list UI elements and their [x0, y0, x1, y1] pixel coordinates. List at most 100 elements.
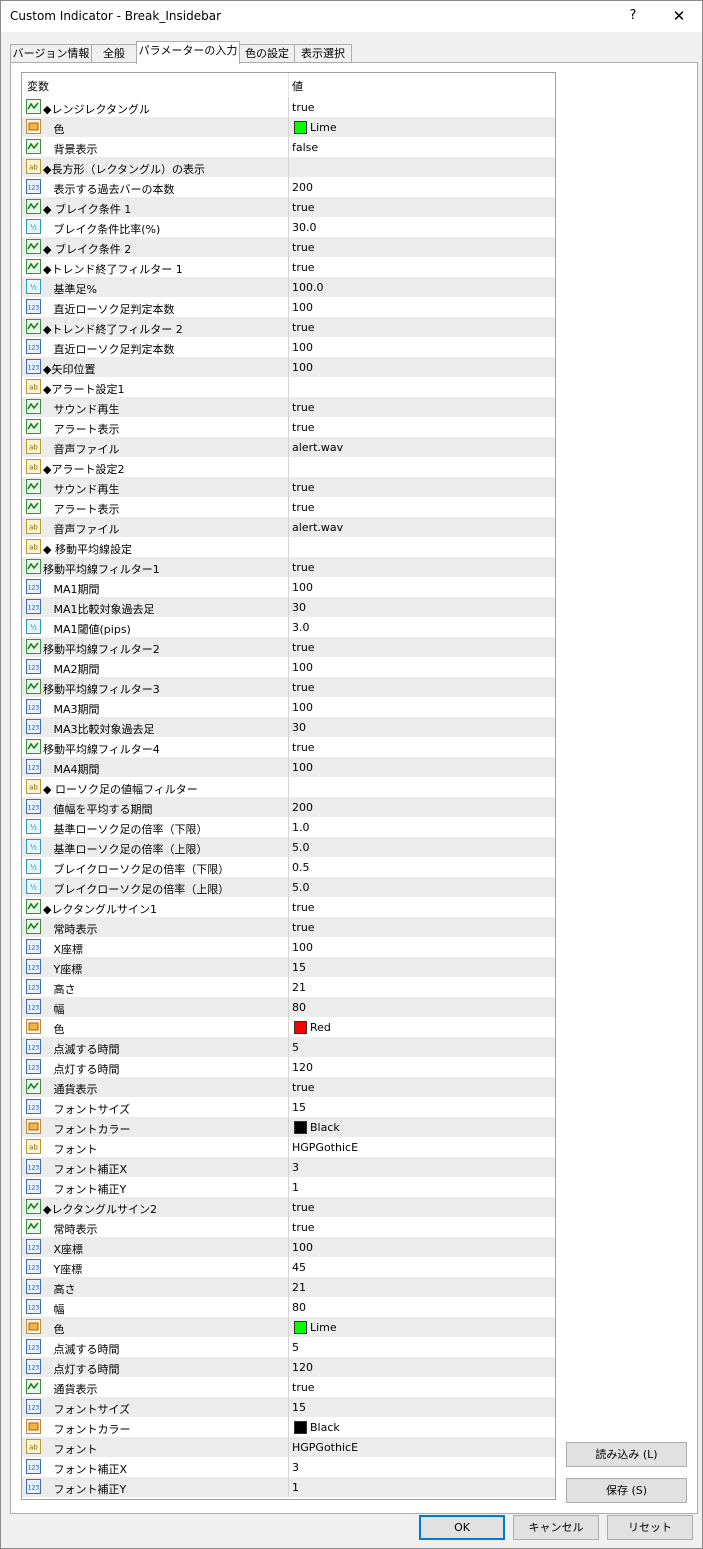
table-row[interactable]: サウンド再生 true: [22, 477, 555, 497]
table-row[interactable]: 色 Lime: [22, 117, 555, 137]
variable-value[interactable]: HGPGothicE: [292, 1441, 358, 1454]
variable-value[interactable]: 100: [292, 701, 313, 714]
variable-value[interactable]: alert.wav: [292, 521, 343, 534]
table-row[interactable]: ◆レクタングルサイン1 true: [22, 897, 555, 917]
table-row[interactable]: 背景表示 false: [22, 137, 555, 157]
variable-value[interactable]: 1: [292, 1481, 299, 1494]
variable-value[interactable]: 30.0: [292, 221, 317, 234]
variable-value[interactable]: 80: [292, 1001, 306, 1014]
variable-value[interactable]: Lime: [310, 121, 337, 134]
tab-parameters[interactable]: パラメーターの入力: [136, 41, 240, 64]
variable-value[interactable]: false: [292, 141, 318, 154]
table-row[interactable]: ab ◆ ローソク足の値幅フィルター: [22, 777, 555, 797]
variable-value[interactable]: 100: [292, 661, 313, 674]
variable-value[interactable]: 200: [292, 801, 313, 814]
variable-value[interactable]: Lime: [310, 1321, 337, 1334]
table-row[interactable]: ab フォント HGPGothicE: [22, 1437, 555, 1457]
table-row[interactable]: 123 高さ 21: [22, 977, 555, 997]
variable-value[interactable]: 15: [292, 1401, 306, 1414]
variable-value[interactable]: 15: [292, 1101, 306, 1114]
table-row[interactable]: ◆レクタングルサイン2 true: [22, 1197, 555, 1217]
table-row[interactable]: ◆レンジレクタングル true: [22, 97, 555, 117]
variable-value[interactable]: 100: [292, 761, 313, 774]
variable-value[interactable]: true: [292, 641, 315, 654]
table-row[interactable]: フォントカラー Black: [22, 1417, 555, 1437]
tab-version-info[interactable]: バージョン情報: [10, 44, 92, 63]
table-row[interactable]: ½ 基準足% 100.0: [22, 277, 555, 297]
table-row[interactable]: ◆トレンド終了フィルター 1 true: [22, 257, 555, 277]
table-row[interactable]: 123 フォント補正Y 1: [22, 1177, 555, 1197]
variable-value[interactable]: 80: [292, 1301, 306, 1314]
table-row[interactable]: 123 直近ローソク足判定本数 100: [22, 297, 555, 317]
cancel-button[interactable]: キャンセル: [513, 1515, 599, 1540]
table-row[interactable]: 移動平均線フィルター4 true: [22, 737, 555, 757]
ok-button[interactable]: OK: [419, 1515, 505, 1540]
table-row[interactable]: ab ◆長方形（レクタングル）の表示: [22, 157, 555, 177]
variable-value[interactable]: true: [292, 241, 315, 254]
table-row[interactable]: 移動平均線フィルター1 true: [22, 557, 555, 577]
variable-value[interactable]: true: [292, 741, 315, 754]
table-row[interactable]: 123 ◆矢印位置 100: [22, 357, 555, 377]
table-row[interactable]: ½ ブレイクローソク足の倍率（上限） 5.0: [22, 877, 555, 897]
table-row[interactable]: ab 音声ファイル alert.wav: [22, 437, 555, 457]
table-row[interactable]: ½ 基準ローソク足の倍率（下限） 1.0: [22, 817, 555, 837]
variable-value[interactable]: HGPGothicE: [292, 1141, 358, 1154]
table-row[interactable]: 123 フォントサイズ 15: [22, 1097, 555, 1117]
table-row[interactable]: ab 音声ファイル alert.wav: [22, 517, 555, 537]
table-row[interactable]: 123 点灯する時間 120: [22, 1357, 555, 1377]
table-row[interactable]: 123 フォントサイズ 15: [22, 1397, 555, 1417]
variable-value[interactable]: 15: [292, 961, 306, 974]
table-row[interactable]: 常時表示 true: [22, 917, 555, 937]
table-row[interactable]: 123 MA1期間 100: [22, 577, 555, 597]
variable-value[interactable]: 3: [292, 1161, 299, 1174]
table-row[interactable]: 123 値幅を平均する期間 200: [22, 797, 555, 817]
variable-value[interactable]: 21: [292, 1281, 306, 1294]
table-row[interactable]: 123 幅 80: [22, 1297, 555, 1317]
variable-value[interactable]: 100: [292, 301, 313, 314]
table-row[interactable]: 123 MA2期間 100: [22, 657, 555, 677]
variable-value[interactable]: true: [292, 401, 315, 414]
variable-value[interactable]: true: [292, 321, 315, 334]
variable-value[interactable]: 100: [292, 1241, 313, 1254]
variable-value[interactable]: 100: [292, 341, 313, 354]
table-row[interactable]: 123 点灯する時間 120: [22, 1057, 555, 1077]
variable-value[interactable]: 100.0: [292, 281, 324, 294]
header-value[interactable]: 値: [292, 78, 303, 94]
table-row[interactable]: 123 表示する過去バーの本数 200: [22, 177, 555, 197]
save-button[interactable]: 保存 (S): [566, 1478, 687, 1503]
variable-value[interactable]: true: [292, 421, 315, 434]
table-row[interactable]: 色 Lime: [22, 1317, 555, 1337]
variable-value[interactable]: 1: [292, 1181, 299, 1194]
variable-value[interactable]: true: [292, 681, 315, 694]
table-row[interactable]: 123 幅 80: [22, 997, 555, 1017]
help-button[interactable]: ?: [623, 6, 643, 26]
table-row[interactable]: ab ◆アラート設定2: [22, 457, 555, 477]
table-row[interactable]: 123 フォント補正Y 1: [22, 1477, 555, 1497]
table-row[interactable]: 常時表示 true: [22, 1217, 555, 1237]
variable-value[interactable]: true: [292, 1081, 315, 1094]
variable-value[interactable]: true: [292, 561, 315, 574]
variable-value[interactable]: 5: [292, 1041, 299, 1054]
table-row[interactable]: 移動平均線フィルター3 true: [22, 677, 555, 697]
table-row[interactable]: 123 Y座標 45: [22, 1257, 555, 1277]
tab-visualization[interactable]: 表示選択: [294, 44, 352, 63]
variable-value[interactable]: 100: [292, 581, 313, 594]
variable-value[interactable]: 120: [292, 1361, 313, 1374]
table-row[interactable]: ◆ ブレイク条件 2 true: [22, 237, 555, 257]
variable-value[interactable]: Red: [310, 1021, 331, 1034]
variable-value[interactable]: 0.5: [292, 861, 310, 874]
variable-value[interactable]: 200: [292, 181, 313, 194]
variable-value[interactable]: true: [292, 101, 315, 114]
table-row[interactable]: 123 MA4期間 100: [22, 757, 555, 777]
variable-value[interactable]: 1.0: [292, 821, 310, 834]
variable-value[interactable]: 30: [292, 721, 306, 734]
table-row[interactable]: フォントカラー Black: [22, 1117, 555, 1137]
variable-value[interactable]: true: [292, 901, 315, 914]
variable-value[interactable]: true: [292, 201, 315, 214]
table-row[interactable]: サウンド再生 true: [22, 397, 555, 417]
variable-value[interactable]: 100: [292, 361, 313, 374]
table-row[interactable]: ½ 基準ローソク足の倍率（上限） 5.0: [22, 837, 555, 857]
table-row[interactable]: ◆トレンド終了フィルター 2 true: [22, 317, 555, 337]
table-row[interactable]: ab ◆ 移動平均線設定: [22, 537, 555, 557]
variable-value[interactable]: true: [292, 921, 315, 934]
